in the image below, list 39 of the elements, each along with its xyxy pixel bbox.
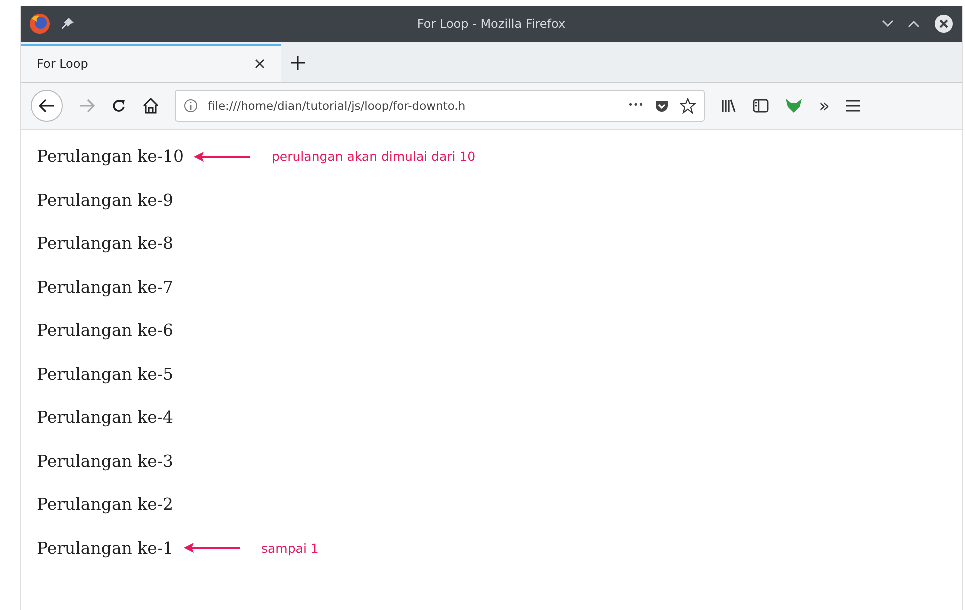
output-line: Perulangan ke-5	[37, 364, 174, 384]
annotation-text: sampai 1	[262, 540, 319, 556]
tab-title: For Loop	[37, 57, 88, 71]
overflow-button[interactable]: »	[819, 96, 830, 116]
annotation-text: perulangan akan dimulai dari 10	[272, 149, 476, 164]
output-line: Perulangan ke-8	[37, 234, 174, 253]
annotation-arrow	[194, 152, 250, 162]
output-line: Perulangan ke-2	[37, 495, 174, 514]
sidebar-icon[interactable]	[753, 99, 769, 113]
close-icon[interactable]	[934, 14, 954, 34]
output-line: Perulangan ke-9	[37, 190, 174, 210]
star-icon[interactable]	[680, 98, 696, 114]
browser-tab[interactable]: For Loop	[21, 44, 281, 82]
minimize-icon[interactable]	[882, 20, 894, 28]
reload-icon[interactable]	[111, 98, 127, 114]
output-line: Perulangan ke-6	[37, 321, 174, 340]
page-actions-button[interactable]: •••	[628, 101, 644, 111]
close-icon[interactable]	[255, 59, 265, 69]
info-icon[interactable]	[184, 99, 198, 113]
menu-icon[interactable]	[846, 100, 860, 112]
fox-icon[interactable]	[785, 98, 803, 114]
address-field[interactable]: file:///home/dian/tutorial/js/loop/for-downto.h •••	[175, 90, 705, 122]
firefox-logo-icon	[29, 13, 51, 35]
pin-icon[interactable]	[61, 17, 75, 31]
output-line: Perulangan ke-3	[37, 452, 174, 470]
maximize-icon[interactable]	[908, 20, 920, 28]
url-text: file:///home/dian/tutorial/js/loop/for-downto.h	[208, 99, 467, 113]
output-line: Perulangan ke-7	[37, 278, 174, 296]
home-icon[interactable]	[143, 98, 159, 114]
output-line: Perulangan ke-10	[37, 147, 184, 166]
back-button[interactable]	[31, 90, 63, 122]
back-arrow-icon	[39, 99, 55, 113]
output-line: Perulangan ke-1	[37, 538, 174, 558]
library-icon[interactable]	[721, 98, 737, 114]
new-tab-icon[interactable]	[291, 56, 305, 70]
window-title: For Loop - Mozilla Firefox	[417, 17, 566, 31]
pocket-icon[interactable]	[654, 98, 670, 114]
output-line: Perulangan ke-4	[37, 408, 174, 427]
annotation-arrow	[184, 543, 240, 553]
